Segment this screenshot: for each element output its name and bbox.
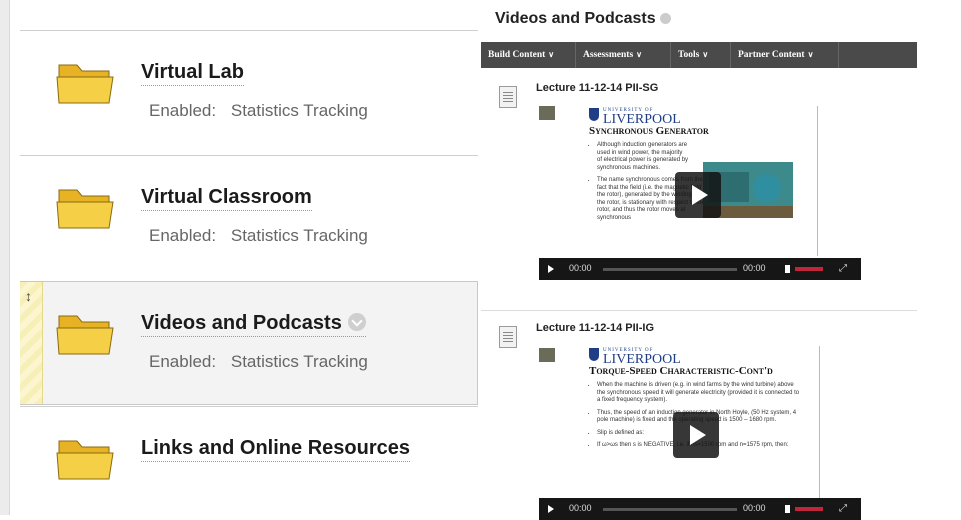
content-area: Videos and Podcasts Build Content ∨ Asses…: [478, 0, 961, 520]
chevron-down-icon[interactable]: [659, 13, 671, 25]
folder-icon: [56, 440, 114, 480]
slide-bullet: Although induction generators are used i…: [597, 142, 689, 172]
folder-icon: [56, 315, 114, 355]
chevron-down-icon[interactable]: [347, 312, 366, 331]
slide-bullet: When the machine is driven (e.g. in wind…: [597, 382, 803, 405]
crest-icon: [589, 348, 599, 361]
status-value: Statistics Tracking: [230, 101, 368, 120]
folder-icon: [56, 64, 114, 104]
folder-icon: [56, 189, 114, 229]
content-item-title[interactable]: Lecture 11-12-14 PII-IG: [536, 322, 654, 334]
presenter-thumbnail: [539, 106, 555, 120]
video-slide: UNIVERSITY OF LIVERPOOL Torque-Speed Cha…: [577, 346, 820, 498]
slide-heading: Synchronous Generator: [589, 125, 709, 137]
menu-item-title[interactable]: Virtual Lab: [141, 61, 244, 86]
play-icon[interactable]: [548, 265, 554, 273]
tools-menu[interactable]: Tools ∨: [671, 42, 731, 68]
video-slide: UNIVERSITY OF LIVERPOOL Synchronous Gene…: [577, 106, 818, 256]
page-title-text: Videos and Podcasts: [495, 10, 656, 27]
play-video-button[interactable]: [675, 172, 721, 218]
menu-item-title[interactable]: Virtual Classroom: [141, 186, 312, 211]
menu-item-links-and-online-resources[interactable]: Links and Online Resources: [20, 406, 478, 515]
document-icon: [499, 86, 517, 108]
partner-content-menu[interactable]: Partner Content ∨: [731, 42, 839, 68]
status-label: Enabled:: [149, 352, 217, 371]
university-logo: UNIVERSITY OF LIVERPOOL: [589, 348, 681, 367]
volume-slider[interactable]: [795, 507, 823, 511]
action-toolbar: Build Content ∨ Assessments ∨ Tools ∨ Partn…: [481, 42, 917, 68]
media-player-controls: 00:00 00:00 ⤢: [539, 258, 861, 280]
menu-item-virtual-lab[interactable]: Virtual Lab Enabled: Statistics Tracking: [20, 30, 478, 154]
menu-item-status: Enabled: Statistics Tracking: [149, 226, 368, 246]
menu-edge-strip: [0, 0, 10, 515]
menu-item-videos-and-podcasts[interactable]: ↕ Videos and Podcasts Enabled: Statistic…: [20, 281, 478, 405]
status-value: Statistics Tracking: [230, 352, 368, 371]
duration: 00:00: [743, 503, 766, 513]
seek-bar[interactable]: [603, 268, 737, 271]
content-item-title[interactable]: Lecture 11-12-14 PII-SG: [536, 82, 658, 94]
status-label: Enabled:: [149, 226, 217, 245]
divider: [481, 310, 917, 311]
media-player-controls: 00:00 00:00 ⤢: [539, 498, 861, 520]
slide-heading: Torque-Speed Characteristic-Cont'd: [589, 365, 773, 377]
assessments-menu[interactable]: Assessments ∨: [576, 42, 671, 68]
seek-bar[interactable]: [603, 508, 737, 511]
play-video-button[interactable]: [673, 412, 719, 458]
toolbar-label[interactable]: Partner Content: [738, 50, 805, 60]
play-icon[interactable]: [548, 505, 554, 513]
caret-down-icon: ∨: [807, 50, 814, 59]
status-value: Statistics Tracking: [230, 226, 368, 245]
volume-icon[interactable]: [785, 265, 790, 273]
move-arrows-icon[interactable]: ↕: [25, 288, 32, 304]
content-item: Lecture 11-12-14 PII-SG UNIVERSITY OF LI…: [481, 82, 917, 292]
fullscreen-icon[interactable]: ⤢: [839, 503, 847, 514]
presenter-thumbnail: [539, 348, 555, 362]
crest-icon: [589, 108, 599, 121]
document-icon: [499, 326, 517, 348]
toolbar-label[interactable]: Assessments: [583, 50, 633, 60]
menu-item-title-text[interactable]: Videos and Podcasts: [141, 312, 342, 334]
menu-item-status: Enabled: Statistics Tracking: [149, 101, 368, 121]
status-label: Enabled:: [149, 101, 217, 120]
menu-item-status: Enabled: Statistics Tracking: [149, 352, 368, 372]
content-item: Lecture 11-12-14 PII-IG UNIVERSITY OF LI…: [481, 322, 917, 520]
course-menu: Virtual Lab Enabled: Statistics Tracking…: [0, 0, 478, 515]
menu-item-title[interactable]: Videos and Podcasts: [141, 312, 366, 337]
build-content-menu[interactable]: Build Content ∨: [481, 42, 576, 68]
page-title: Videos and Podcasts: [495, 10, 671, 28]
current-time: 00:00: [569, 263, 592, 273]
university-logo: UNIVERSITY OF LIVERPOOL: [589, 108, 681, 127]
volume-icon[interactable]: [785, 505, 790, 513]
caret-down-icon: ∨: [702, 50, 709, 59]
caret-down-icon: ∨: [548, 50, 555, 59]
current-time: 00:00: [569, 503, 592, 513]
drag-handle[interactable]: ↕: [20, 282, 43, 404]
fullscreen-icon[interactable]: ⤢: [839, 263, 847, 274]
duration: 00:00: [743, 263, 766, 273]
menu-item-virtual-classroom[interactable]: Virtual Classroom Enabled: Statistics Tr…: [20, 155, 478, 279]
caret-down-icon: ∨: [636, 50, 642, 59]
toolbar-label[interactable]: Tools: [678, 50, 699, 60]
volume-slider[interactable]: [795, 267, 823, 271]
menu-item-title[interactable]: Links and Online Resources: [141, 437, 410, 462]
toolbar-label[interactable]: Build Content: [488, 50, 545, 60]
